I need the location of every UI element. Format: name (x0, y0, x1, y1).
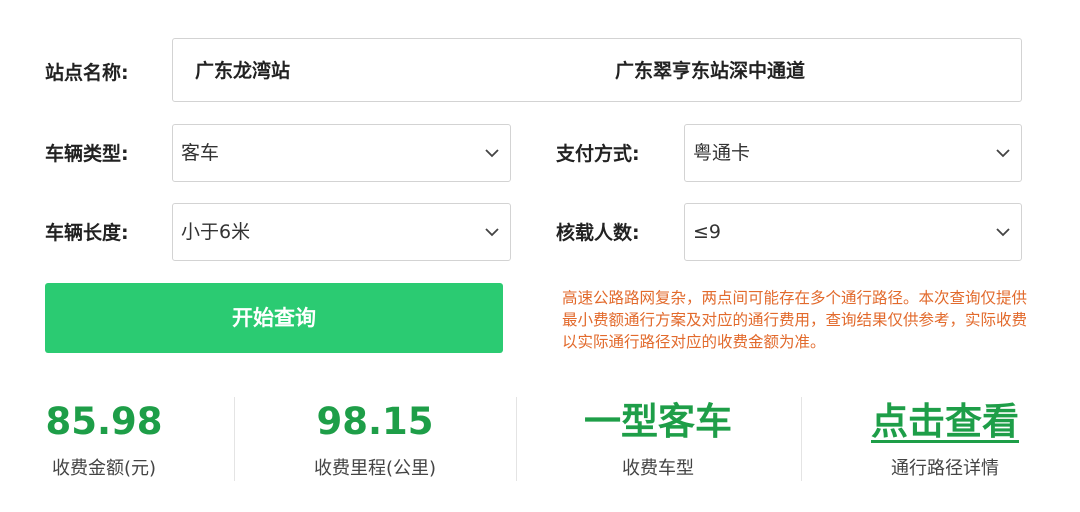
divider (801, 397, 802, 481)
station-from: 广东龙湾站 (195, 60, 291, 82)
chevron-down-icon (996, 228, 1010, 237)
capacity-value: ≤9 (693, 221, 722, 243)
route-detail-stat: 点击查看 通行路径详情 (866, 398, 1024, 482)
divider (516, 397, 517, 481)
station-to: 广东翠亨东站深中通道 (615, 60, 806, 82)
chevron-down-icon (996, 149, 1010, 158)
chevron-down-icon (485, 149, 499, 158)
payment-method-select[interactable]: 粤通卡 (684, 124, 1022, 182)
view-route-link[interactable]: 点击查看 (866, 398, 1024, 446)
capacity-label: 核载人数: (556, 222, 640, 244)
distance-value: 98.15 (316, 400, 434, 443)
fee-stat: 85.98 收费金额(元) (45, 398, 163, 482)
payment-method-value: 粤通卡 (693, 142, 751, 164)
vehicle-class-label: 收费车型 (622, 458, 694, 479)
vehicle-type-value: 客车 (181, 142, 220, 164)
route-notice: 高速公路路网复杂，两点间可能存在多个通行路径。本次查询仅提供最小费额通行方案及对… (562, 289, 1028, 351)
start-query-button[interactable]: 开始查询 (45, 283, 503, 353)
chevron-down-icon (485, 228, 499, 237)
vehicle-length-label: 车辆长度: (45, 222, 129, 244)
route-detail-label: 通行路径详情 (891, 458, 999, 479)
station-name-label: 站点名称: (45, 62, 129, 84)
vehicle-length-select[interactable]: 小于6米 (172, 203, 511, 261)
vehicle-length-value: 小于6米 (181, 221, 251, 243)
divider (234, 397, 235, 481)
vehicle-type-label: 车辆类型: (45, 143, 129, 165)
payment-method-label: 支付方式: (556, 143, 640, 165)
vehicle-class-stat: 一型客车 收费车型 (583, 398, 733, 482)
station-field[interactable]: 广东龙湾站 广东翠亨东站深中通道 (172, 38, 1022, 102)
vehicle-type-select[interactable]: 客车 (172, 124, 511, 182)
distance-stat: 98.15 收费里程(公里) (300, 398, 450, 482)
fee-label: 收费金额(元) (51, 458, 157, 479)
fee-value: 85.98 (45, 400, 163, 443)
capacity-select[interactable]: ≤9 (684, 203, 1022, 261)
distance-label: 收费里程(公里) (313, 458, 437, 479)
vehicle-class-value: 一型客车 (584, 400, 732, 443)
